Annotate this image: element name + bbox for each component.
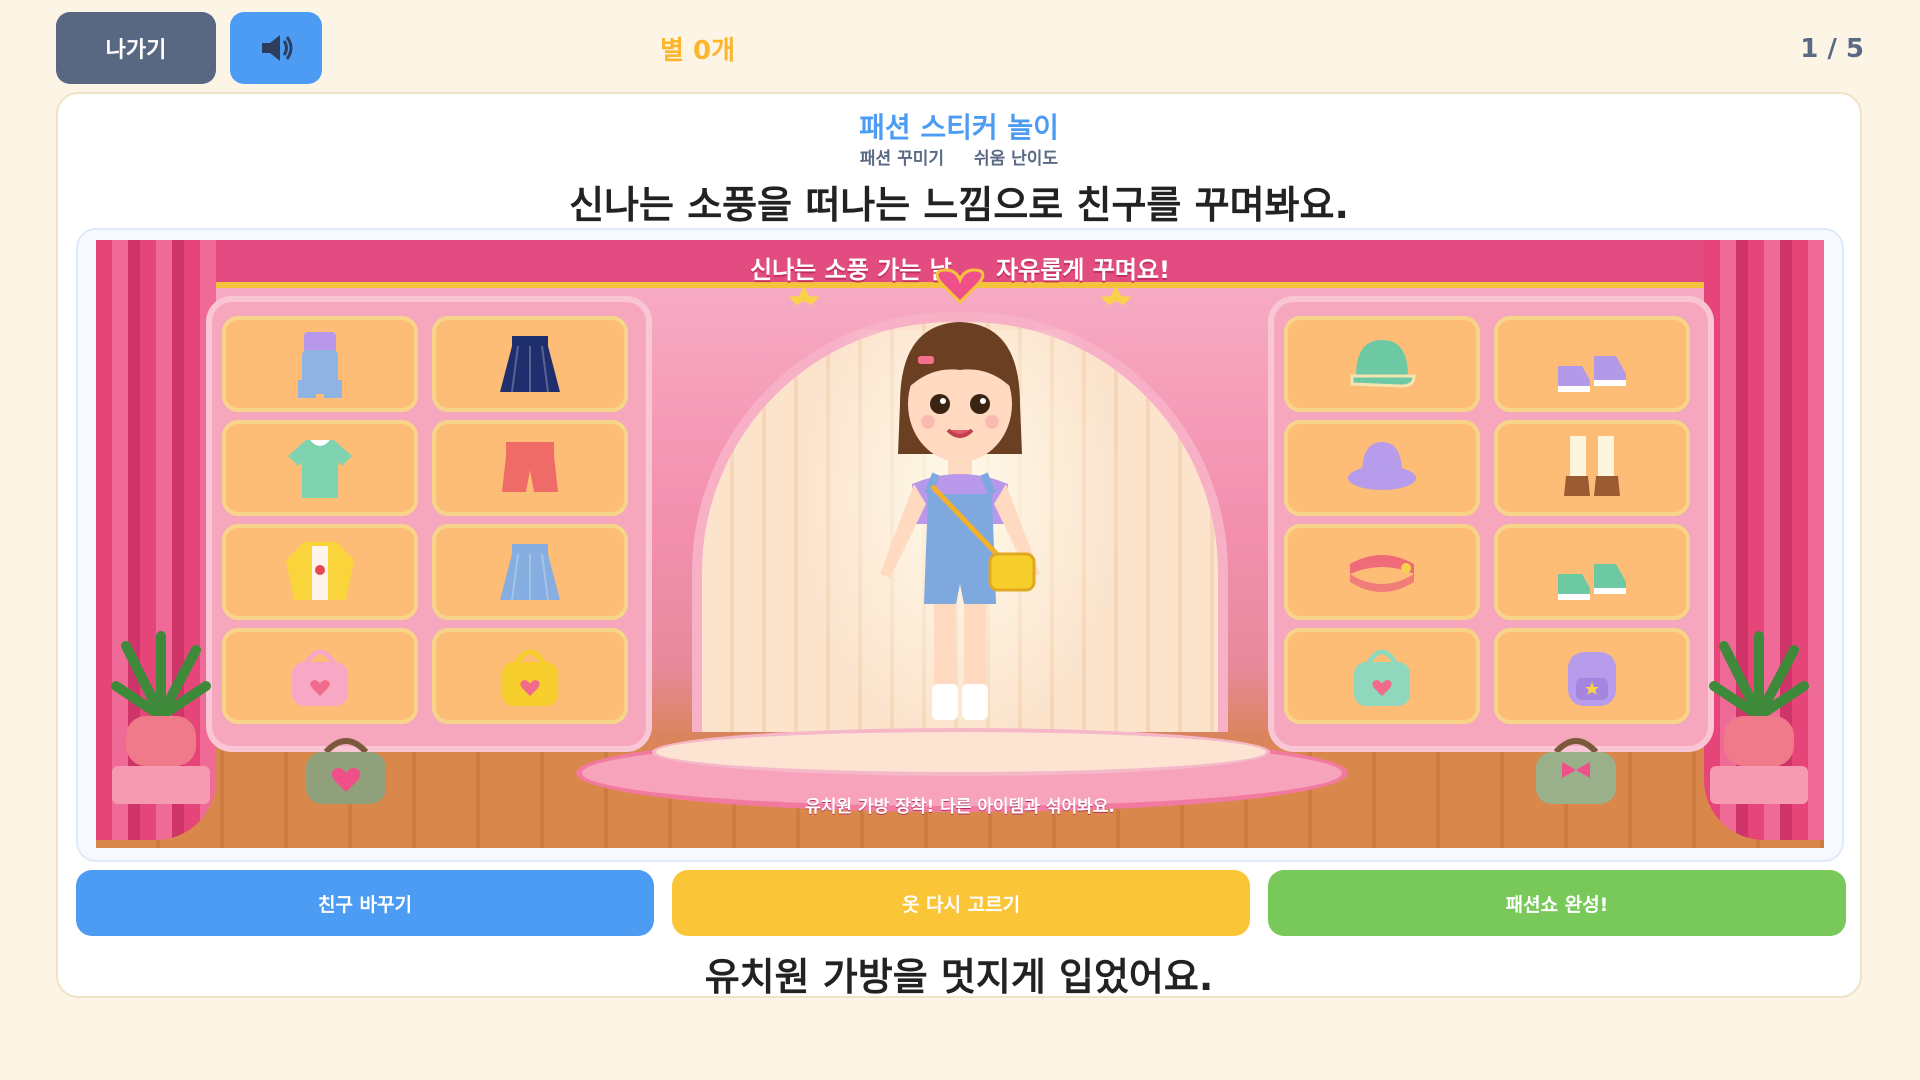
game-card: 패션 스티커 놀이 패션 꾸미기 쉬움 난이도 신나는 소풍을 떠나는 느낌으로… xyxy=(56,92,1862,999)
wardrobe-left-slot-heart-bag-pink[interactable] xyxy=(222,628,418,724)
wardrobe-right-slot-bucket-hat-purple[interactable] xyxy=(1284,420,1480,516)
wardrobe-right-slot-visor-coral[interactable] xyxy=(1284,524,1480,620)
sneakers-icon xyxy=(1558,356,1626,392)
wardrobe-right-slot-mary-jane-brown[interactable] xyxy=(1494,420,1690,516)
cardigan-icon xyxy=(286,542,354,600)
skirt-icon xyxy=(500,336,560,393)
bag-icon xyxy=(1354,649,1410,706)
instruction-text: 신나는 소풍을 떠나는 느낌으로 친구를 꾸며봐요. xyxy=(569,183,1349,227)
wardrobe-right-slot-strawberry-bag-mint[interactable] xyxy=(1284,628,1480,724)
speaker-icon xyxy=(262,35,293,61)
character-girl xyxy=(880,322,1040,720)
overalls-icon xyxy=(298,332,342,398)
hat-icon xyxy=(1348,442,1416,490)
game-meta: 패션 꾸미기 쉬움 난이도 xyxy=(58,144,1860,169)
feedback-text: 유치원 가방을 멋지게 입었어요. xyxy=(704,955,1214,999)
wardrobe-right-slot-cap-mint[interactable] xyxy=(1284,316,1480,412)
wardrobe-right-slot-backpack-purple[interactable] xyxy=(1494,628,1690,724)
heart-purse-icon xyxy=(306,738,386,804)
potted-plant-left-icon xyxy=(111,631,211,804)
shoes-icon xyxy=(1564,436,1620,496)
category-label: 패션 꾸미기 xyxy=(859,149,945,169)
skirt-icon xyxy=(500,544,560,601)
exit-button[interactable]: 나가기 xyxy=(56,12,216,84)
change-friend-button[interactable]: 친구 바꾸기 xyxy=(76,870,654,936)
wardrobe-right-panel xyxy=(1268,296,1714,752)
wardrobe-left-slot-pleated-skirt-navy[interactable] xyxy=(432,316,628,412)
wardrobe-left-slot-cardigan-yellow[interactable] xyxy=(222,524,418,620)
bow-purse-icon xyxy=(1536,738,1616,804)
bag-icon xyxy=(292,649,348,706)
wardrobe-left-slot-denim-skirt[interactable] xyxy=(432,524,628,620)
difficulty-label: 쉬움 난이도 xyxy=(973,149,1059,169)
shirt-icon xyxy=(288,440,352,498)
progress-indicator: 1 / 5 xyxy=(1800,34,1864,64)
wardrobe-left-slot-collar-shirt-mint[interactable] xyxy=(222,420,418,516)
cap-icon xyxy=(1350,340,1416,388)
wardrobe-right-slot-sneakers-purple[interactable] xyxy=(1494,316,1690,412)
visor-icon xyxy=(1350,555,1414,592)
backpack-icon xyxy=(1568,652,1616,706)
stage-frame: 신나는 소풍 가는 날 자유롭게 꾸며요! 유치원 가방 장착! 다른 아이템과… xyxy=(76,228,1844,862)
game-title: 패션 스티커 놀이 xyxy=(859,111,1059,144)
wardrobe-left-panel xyxy=(206,296,652,752)
reselect-clothes-button[interactable]: 옷 다시 고르기 xyxy=(672,870,1250,936)
wardrobe-left-slot-overalls[interactable] xyxy=(222,316,418,412)
wardrobe-left-slot-kindergarten-bag-yellow[interactable] xyxy=(432,628,628,724)
heart-crown-icon xyxy=(788,268,1132,306)
star-count: 별 0개 xyxy=(660,36,735,66)
sound-button[interactable] xyxy=(230,12,322,84)
wardrobe-right-slot-sneakers-mint[interactable] xyxy=(1494,524,1690,620)
wardrobe-left-slot-shorts-coral[interactable] xyxy=(432,420,628,516)
potted-plant-right-icon xyxy=(1709,631,1809,804)
dress-up-stage: 신나는 소풍 가는 날 자유롭게 꾸며요! 유치원 가방 장착! 다른 아이템과… xyxy=(96,240,1824,848)
shorts-icon xyxy=(502,442,558,492)
sneakers-icon xyxy=(1558,564,1626,600)
bag-icon xyxy=(502,649,558,706)
finish-show-button[interactable]: 패션쇼 완성! xyxy=(1268,870,1846,936)
